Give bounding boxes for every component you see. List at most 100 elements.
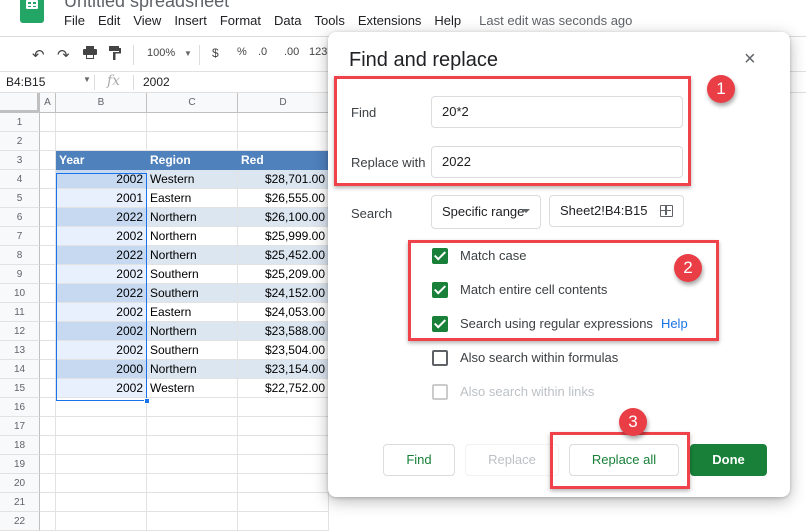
row-header[interactable]: 1 [0, 113, 40, 132]
grid-cell[interactable] [147, 113, 238, 132]
year-cell[interactable]: 2002 [56, 379, 147, 398]
grid-cell[interactable] [56, 132, 147, 151]
sheets-logo-icon[interactable] [20, 0, 44, 23]
red-cell[interactable]: $25,209.00 [238, 265, 329, 284]
red-cell[interactable]: $23,154.00 [238, 360, 329, 379]
close-icon[interactable]: × [744, 49, 756, 69]
grid-cell[interactable] [56, 417, 147, 436]
year-cell[interactable]: 2022 [56, 284, 147, 303]
grid-cell[interactable] [56, 493, 147, 512]
grid-cell[interactable] [56, 474, 147, 493]
menu-help[interactable]: Help [434, 13, 461, 28]
grid-cell[interactable] [40, 398, 56, 417]
menu-format[interactable]: Format [220, 13, 261, 28]
grid-cell[interactable] [56, 436, 147, 455]
grid-cell[interactable] [40, 341, 56, 360]
replace-all-button[interactable]: Replace all [569, 444, 679, 476]
row-header[interactable]: 4 [0, 170, 40, 189]
grid-cell[interactable] [238, 132, 329, 151]
red-cell[interactable]: $25,452.00 [238, 246, 329, 265]
option-checkbox[interactable] [432, 384, 448, 400]
row-header[interactable]: 3 [0, 151, 40, 170]
grid-cell[interactable] [238, 113, 329, 132]
grid-cell[interactable] [147, 493, 238, 512]
find-input[interactable]: 20*2 [431, 96, 683, 128]
replace-button[interactable]: Replace [465, 444, 559, 476]
grid-cell[interactable] [40, 132, 56, 151]
decrease-decimal-button[interactable]: .0 [258, 46, 267, 58]
grid-cell[interactable] [40, 455, 56, 474]
row-header[interactable]: 11 [0, 303, 40, 322]
region-cell[interactable]: Northern [147, 227, 238, 246]
region-cell[interactable]: Southern [147, 284, 238, 303]
year-cell[interactable]: 2002 [56, 227, 147, 246]
name-box[interactable]: B4:B15 [6, 75, 45, 89]
formula-input[interactable]: 2002 [143, 75, 170, 89]
row-header[interactable]: 17 [0, 417, 40, 436]
red-cell[interactable]: $25,999.00 [238, 227, 329, 246]
grid-cell[interactable] [40, 322, 56, 341]
column-header-b[interactable]: B [56, 93, 147, 113]
red-cell[interactable]: $26,555.00 [238, 189, 329, 208]
grid-cell[interactable] [40, 436, 56, 455]
row-header[interactable]: 2 [0, 132, 40, 151]
year-cell[interactable]: 2022 [56, 246, 147, 265]
done-button[interactable]: Done [690, 444, 767, 476]
grid-cell[interactable] [147, 512, 238, 531]
grid-cell[interactable] [56, 512, 147, 531]
grid-cell[interactable] [40, 113, 56, 132]
column-header-a[interactable]: A [40, 93, 56, 113]
row-header[interactable]: 9 [0, 265, 40, 284]
year-cell[interactable]: 2002 [56, 341, 147, 360]
red-cell[interactable]: $22,752.00 [238, 379, 329, 398]
red-cell[interactable]: $26,100.00 [238, 208, 329, 227]
zoom-dropdown-icon[interactable]: ▼ [184, 49, 192, 58]
row-header[interactable]: 15 [0, 379, 40, 398]
region-cell[interactable]: Southern [147, 265, 238, 284]
grid-cell[interactable] [147, 455, 238, 474]
grid-cell[interactable] [40, 417, 56, 436]
red-cell[interactable]: $24,053.00 [238, 303, 329, 322]
name-box-dropdown-icon[interactable]: ▼ [83, 75, 91, 84]
grid-cell[interactable] [40, 284, 56, 303]
grid-cell[interactable] [56, 455, 147, 474]
red-cell[interactable]: $23,588.00 [238, 322, 329, 341]
row-header[interactable]: 6 [0, 208, 40, 227]
grid-cell[interactable] [238, 493, 329, 512]
year-cell[interactable]: 2001 [56, 189, 147, 208]
grid-cell[interactable] [147, 474, 238, 493]
grid-cell[interactable] [238, 417, 329, 436]
document-title[interactable]: Untitled spreadsheet [64, 0, 229, 12]
region-cell[interactable]: Eastern [147, 303, 238, 322]
grid-cell[interactable] [40, 379, 56, 398]
option-checkbox[interactable] [432, 248, 448, 264]
option-checkbox[interactable] [432, 350, 448, 366]
row-header[interactable]: 21 [0, 493, 40, 512]
help-link[interactable]: Help [661, 316, 688, 331]
menu-file[interactable]: File [64, 13, 85, 28]
grid-cell[interactable] [238, 474, 329, 493]
grid-cell[interactable] [56, 113, 147, 132]
row-header[interactable]: 20 [0, 474, 40, 493]
grid-cell[interactable] [238, 398, 329, 417]
table-header-cell[interactable]: Year [56, 151, 147, 170]
column-header-c[interactable]: C [147, 93, 238, 113]
paint-format-icon[interactable] [109, 46, 121, 63]
option-checkbox[interactable] [432, 282, 448, 298]
grid-cell[interactable] [40, 360, 56, 379]
menu-view[interactable]: View [133, 13, 161, 28]
menu-extensions[interactable]: Extensions [358, 13, 422, 28]
row-header[interactable]: 19 [0, 455, 40, 474]
red-cell[interactable]: $28,701.00 [238, 170, 329, 189]
replace-input[interactable]: 2022 [431, 146, 683, 178]
table-header-cell[interactable]: Red [238, 151, 329, 170]
menu-edit[interactable]: Edit [98, 13, 120, 28]
find-button[interactable]: Find [383, 444, 455, 476]
range-input[interactable]: Sheet2!B4:B15 [549, 195, 684, 227]
menu-data[interactable]: Data [274, 13, 301, 28]
grid-cell[interactable] [40, 208, 56, 227]
increase-decimal-button[interactable]: .00 [284, 46, 299, 58]
menu-tools[interactable]: Tools [314, 13, 344, 28]
table-header-cell[interactable]: Region [147, 151, 238, 170]
row-header[interactable]: 22 [0, 512, 40, 531]
